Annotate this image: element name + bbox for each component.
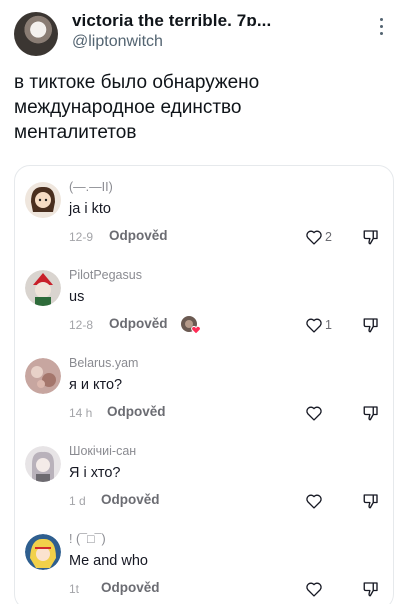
reply-button[interactable]: Odpověd (109, 228, 168, 243)
like-button[interactable]: 2 (305, 228, 332, 246)
comment-text: Me and who (69, 553, 148, 569)
tweet-header: victoria the terrible. 7ɒ... @liptonwitc… (0, 0, 405, 60)
commenter-username[interactable]: Belarus.yam (69, 356, 138, 370)
comment-time: 12-9 (69, 230, 94, 244)
commenter-avatar[interactable] (25, 182, 61, 218)
like-button[interactable] (305, 492, 325, 510)
tweet-text: в тиктоке было обнаружено международное … (14, 72, 260, 143)
reply-button[interactable]: Odpověd (101, 580, 160, 595)
like-button[interactable]: 1 (305, 316, 332, 334)
commenter-avatar[interactable] (25, 358, 61, 394)
commenter-username[interactable]: ! (¯□¯) (69, 532, 106, 546)
heart-outline-icon (306, 582, 322, 597)
like-count: 1 (325, 318, 332, 332)
commenter-avatar[interactable] (25, 270, 61, 306)
thumbs-down-outline-icon[interactable] (362, 316, 380, 334)
commenter-avatar[interactable] (25, 446, 61, 482)
comment-text: Я і хто? (69, 465, 121, 481)
commenter-avatar[interactable] (25, 534, 61, 570)
author-avatar[interactable] (14, 12, 58, 56)
thumbs-down-outline-icon[interactable] (362, 228, 380, 246)
heart-outline-icon (306, 494, 322, 509)
comment-item: Шокічиі-сан Я і хто? 1 d Odpověd (15, 432, 395, 520)
like-button[interactable] (305, 580, 325, 598)
more-vertical-icon[interactable] (375, 18, 387, 40)
creator-liked-badge (181, 316, 201, 335)
heart-outline-icon (306, 318, 322, 333)
comment-time: 1 d (69, 494, 86, 508)
reply-button[interactable]: Odpověd (101, 492, 160, 507)
commenter-username[interactable]: PilotPegasus (69, 268, 142, 282)
thumbs-down-outline-icon[interactable] (362, 580, 380, 598)
comment-text: us (69, 289, 85, 305)
commenter-username[interactable]: Шокічиі-сан (69, 444, 136, 458)
thumbs-down-outline-icon[interactable] (362, 404, 380, 422)
comment-time: 1t (69, 582, 80, 596)
comment-item: ! (¯□¯) Me and who 1t Odpověd (15, 520, 395, 604)
like-button[interactable] (305, 404, 325, 422)
commenter-username[interactable]: (—.—II) (69, 180, 113, 194)
comment-text: ja i kto (69, 201, 111, 217)
reply-button[interactable]: Odpověd (109, 316, 168, 331)
tiktok-comments-screenshot: (—.—II) ja i kto 12-9 Odpověd 2 PilotPeg… (14, 165, 394, 604)
comment-time: 14 h (69, 406, 93, 420)
comment-item: Belarus.yam я и кто? 14 h Odpověd (15, 344, 395, 432)
heart-outline-icon (306, 406, 322, 421)
comment-item: (—.—II) ja i kto 12-9 Odpověd 2 (15, 168, 395, 256)
heart-outline-icon (306, 230, 322, 245)
thumbs-down-outline-icon[interactable] (362, 492, 380, 510)
comment-time: 12-8 (69, 318, 94, 332)
comment-text: я и кто? (69, 377, 123, 393)
author-display-name[interactable]: victoria the terrible. 7ɒ... (72, 11, 271, 31)
reply-button[interactable]: Odpověd (107, 404, 166, 419)
comment-item: PilotPegasus us 12-8 Odpověd 1 (15, 256, 395, 344)
author-handle[interactable]: @liptonwitch (72, 33, 163, 51)
like-count: 2 (325, 230, 332, 244)
